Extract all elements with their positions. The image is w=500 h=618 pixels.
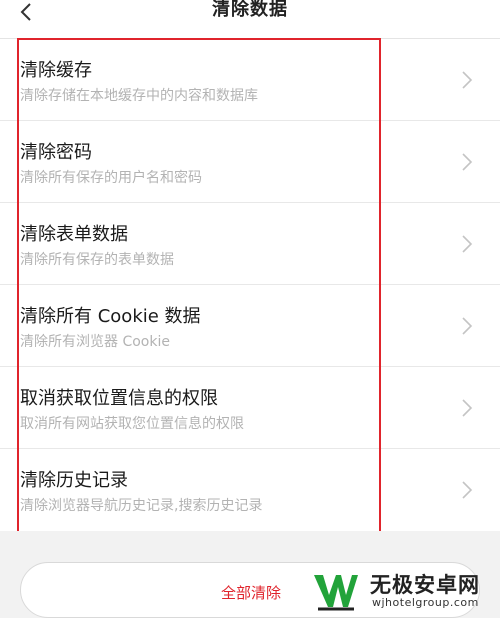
list-item-revoke-location[interactable]: 取消获取位置信息的权限 取消所有网站获取您位置信息的权限 bbox=[0, 367, 500, 449]
chevron-right-icon bbox=[462, 71, 473, 89]
clear-all-label: 全部清除 bbox=[220, 584, 281, 602]
chevron-right-icon bbox=[462, 317, 473, 335]
list-item-clear-history[interactable]: 清除历史记录 清除浏览器导航历史记录,搜索历史记录 bbox=[0, 449, 500, 531]
chevron-right-icon bbox=[462, 153, 473, 171]
chevron-right-icon bbox=[462, 235, 473, 253]
clear-data-list: 清除缓存 清除存储在本地缓存中的内容和数据库 清除密码 清除所有保存的用户名和密… bbox=[0, 39, 500, 531]
list-item-clear-cookies[interactable]: 清除所有 Cookie 数据 清除所有浏览器 Cookie bbox=[0, 285, 500, 367]
list-item-title: 清除密码 bbox=[20, 142, 92, 163]
list-item-subtitle: 清除浏览器导航历史记录,搜索历史记录 bbox=[20, 498, 263, 514]
list-item-title: 清除表单数据 bbox=[20, 224, 128, 245]
chevron-right-icon bbox=[462, 481, 473, 499]
list-item-title: 清除所有 Cookie 数据 bbox=[20, 306, 201, 327]
clear-all-button[interactable]: 全部清除 bbox=[20, 562, 480, 618]
title-bar: 清除数据 bbox=[0, 0, 500, 39]
list-item-subtitle: 清除所有保存的表单数据 bbox=[20, 252, 174, 268]
chevron-right-icon bbox=[462, 399, 473, 417]
list-item-subtitle: 清除所有浏览器 Cookie bbox=[20, 334, 170, 350]
list-item-subtitle: 清除存储在本地缓存中的内容和数据库 bbox=[20, 88, 258, 104]
list-item-title: 清除历史记录 bbox=[20, 470, 128, 491]
list-item-subtitle: 清除所有保存的用户名和密码 bbox=[20, 170, 202, 186]
list-item-title: 取消获取位置信息的权限 bbox=[20, 388, 218, 409]
list-item-title: 清除缓存 bbox=[20, 60, 92, 81]
list-item-clear-cache[interactable]: 清除缓存 清除存储在本地缓存中的内容和数据库 bbox=[0, 39, 500, 121]
list-item-clear-passwords[interactable]: 清除密码 清除所有保存的用户名和密码 bbox=[0, 121, 500, 203]
list-item-subtitle: 取消所有网站获取您位置信息的权限 bbox=[20, 416, 244, 432]
list-item-clear-form-data[interactable]: 清除表单数据 清除所有保存的表单数据 bbox=[0, 203, 500, 285]
page-title: 清除数据 bbox=[212, 0, 288, 20]
